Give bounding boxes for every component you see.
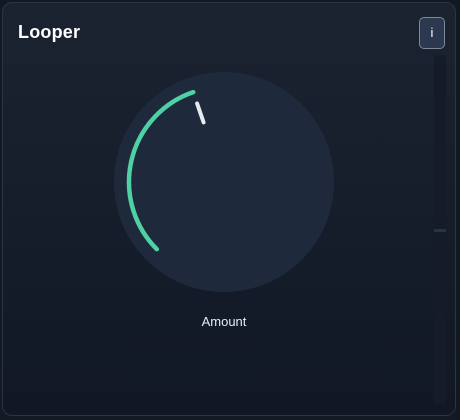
panel-title: Looper	[18, 22, 81, 42]
knob-label: Amount	[201, 314, 247, 329]
info-icon: i	[430, 25, 434, 40]
looper-panel: Looper i Amount	[2, 2, 456, 416]
amount-knob[interactable]	[111, 69, 337, 295]
info-button[interactable]: i	[419, 17, 445, 49]
knob-body	[114, 72, 334, 292]
scrollbar-thumb[interactable]	[434, 229, 446, 232]
